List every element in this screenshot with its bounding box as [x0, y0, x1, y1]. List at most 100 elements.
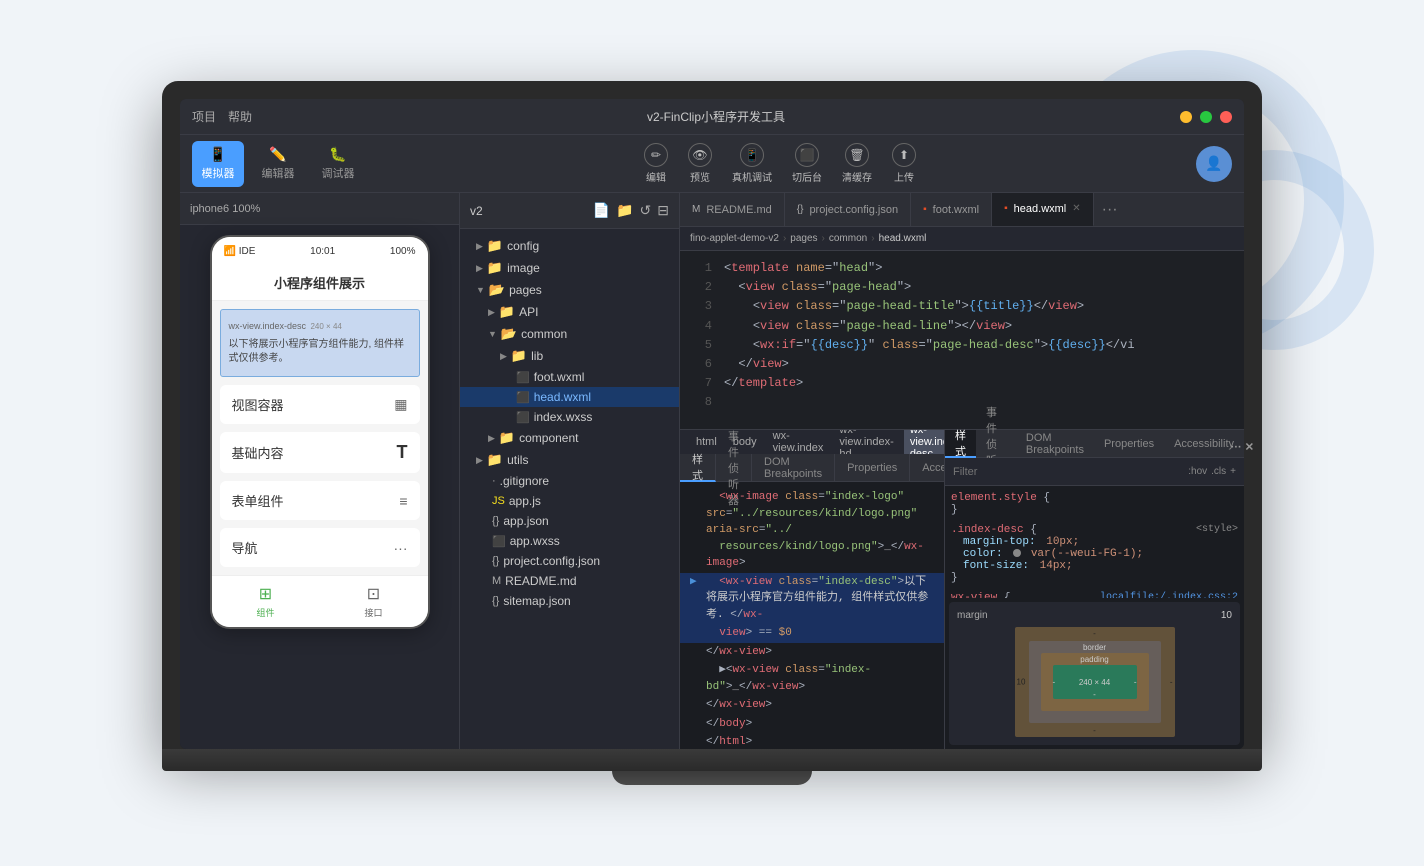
new-file-button[interactable]: 📄	[593, 202, 610, 219]
tab-readme[interactable]: M README.md	[680, 193, 785, 227]
phone-section-1[interactable]: 基础内容 T	[220, 432, 420, 473]
phone-title-bar: 小程序组件展示 ··· ✕	[212, 265, 428, 301]
phone-nav-components[interactable]: ⊞ 组件	[212, 576, 320, 627]
tab-foot-wxml[interactable]: ▪ foot.wxml	[911, 193, 992, 227]
code-text: </wx-view>	[706, 644, 772, 661]
tab-close-button[interactable]: ✕	[1072, 203, 1080, 214]
filter-add-btn[interactable]: +	[1230, 466, 1236, 477]
phone-time: 10:01	[310, 246, 335, 257]
tree-item-readme[interactable]: M README.md	[460, 571, 679, 591]
styles-tab-dom[interactable]: DOM Breakpoints	[1016, 430, 1094, 458]
window-close-button[interactable]	[1220, 111, 1232, 123]
bottom-tab-accessibility[interactable]: Accessibility	[910, 454, 944, 482]
toolbar-editor-button[interactable]: ✏️ 编辑器	[252, 141, 304, 187]
line-number: 8	[688, 393, 712, 412]
tree-item-project-config[interactable]: {} project.config.json	[460, 551, 679, 571]
code-line-4: 4 <view class="page-head-line"></view>	[680, 317, 1244, 336]
tab-more-button[interactable]: ···	[1094, 201, 1126, 219]
html-bc-html[interactable]: html	[690, 435, 723, 449]
title-bar-left: 项目 帮助	[192, 108, 252, 125]
filter-cls-btn[interactable]: .cls	[1211, 466, 1226, 477]
styles-tab-event[interactable]: 事件侦听器	[976, 430, 1016, 458]
tree-item-component[interactable]: ▶ 📁 component	[460, 427, 679, 449]
phone-section-2[interactable]: 表单组件 ≡	[220, 481, 420, 520]
toolbar-simulator-button[interactable]: 📱 模拟器	[192, 141, 244, 187]
tree-item-image[interactable]: ▶ 📁 image	[460, 257, 679, 279]
section-2-icon: ≡	[399, 493, 407, 509]
tree-item-gitignore[interactable]: · .gitignore	[460, 471, 679, 491]
tree-item-app-json[interactable]: {} app.json	[460, 511, 679, 531]
line-indicator	[690, 716, 706, 733]
code-editor[interactable]: 1 <template name="head"> 2 <view	[680, 251, 1244, 429]
filter-hover-btn[interactable]: :hov	[1188, 466, 1207, 477]
window-maximize-button[interactable]	[1200, 111, 1212, 123]
code-content: <wx:if="{{desc}}" class="page-head-desc"…	[724, 336, 1135, 355]
selector-text: element.style	[951, 492, 1043, 504]
accessibility-label: Accessibility	[922, 462, 944, 474]
menu-item-project[interactable]: 项目	[192, 108, 216, 125]
bottom-tab-dom-breakpoints[interactable]: DOM Breakpoints	[752, 454, 835, 482]
tree-item-index-wxss[interactable]: ⬛ index.wxss	[460, 407, 679, 427]
prop-name: font-size:	[963, 560, 1029, 572]
toolbar-action-clear-cache[interactable]: 🗑 清缓存	[842, 143, 872, 184]
phone-section-0[interactable]: 视图容器 ▦	[220, 385, 420, 424]
refresh-button[interactable]: ↺	[640, 202, 652, 219]
code-text: </body>	[706, 716, 752, 733]
phone-nav-api[interactable]: ⊡ 接口	[320, 576, 428, 627]
phone-section-3[interactable]: 导航 ···	[220, 528, 420, 567]
tree-item-foot-wxml[interactable]: ⬛ foot.wxml	[460, 367, 679, 387]
toolbar-debugger-button[interactable]: 🐛 调试器	[312, 141, 364, 187]
padding-bottom-value: -	[1093, 690, 1096, 699]
styles-tab-properties[interactable]: Properties	[1094, 430, 1164, 458]
style-prop-margin-top: margin-top: 10px;	[951, 536, 1238, 548]
app-window: 项目 帮助 v2-FinClip小程序开发工具 📱	[180, 99, 1244, 749]
panel-header: iphone6 100%	[180, 193, 459, 225]
tree-item-config[interactable]: ▶ 📁 config	[460, 235, 679, 257]
line-number: 3	[688, 297, 712, 316]
bottom-code-view[interactable]: <wx-image class="index-logo" src="../res…	[680, 482, 944, 749]
toolbar-action-preview[interactable]: 👁 预览	[688, 143, 712, 184]
new-folder-button[interactable]: 📁	[616, 202, 633, 219]
menu-item-help[interactable]: 帮助	[228, 108, 252, 125]
json-icon: {}	[492, 515, 499, 527]
tree-item-common[interactable]: ▼ 📂 common	[460, 323, 679, 345]
bottom-tab-properties[interactable]: Properties	[835, 454, 910, 482]
toolbar-action-upload[interactable]: ⬆ 上传	[892, 143, 916, 184]
style-source: localfile:/.index.css:2	[1100, 592, 1238, 598]
wxml-icon: ⬛	[516, 371, 530, 384]
tree-item-app-wxss[interactable]: ⬛ app.wxss	[460, 531, 679, 551]
tree-item-label: config	[507, 239, 539, 253]
tree-item-utils[interactable]: ▶ 📁 utils	[460, 449, 679, 471]
styles-filter-input[interactable]	[953, 466, 1180, 478]
margin-left-value: 10	[1017, 678, 1026, 687]
tree-item-head-wxml[interactable]: ⬛ head.wxml	[460, 387, 679, 407]
bottom-tab-styles[interactable]: 样式	[680, 454, 716, 482]
folder-icon: 📁	[499, 304, 515, 320]
nav-components-label: 组件	[256, 606, 274, 619]
toolbar-action-device-debug[interactable]: 📱 真机调试	[732, 143, 772, 184]
tree-item-pages[interactable]: ▼ 📂 pages	[460, 279, 679, 301]
chevron-icon: ▶	[488, 307, 495, 318]
window-minimize-button[interactable]	[1180, 111, 1192, 123]
padding-label: padding	[1080, 655, 1108, 664]
styles-tab-styles[interactable]: 样式	[945, 430, 976, 458]
bottom-code-line-1: <wx-image class="index-logo" src="../res…	[680, 488, 944, 573]
tree-item-app-js[interactable]: JS app.js	[460, 491, 679, 511]
bc-pages: pages	[790, 233, 817, 244]
tab-head-wxml[interactable]: ▪ head.wxml ✕	[992, 193, 1094, 227]
prop-value: var(--weui-FG-1);	[1013, 548, 1143, 560]
html-bc-wx-index[interactable]: wx-view.index	[767, 430, 830, 455]
source-link[interactable]: localfile:/.index.css:2	[1100, 592, 1238, 598]
user-avatar[interactable]: 👤	[1196, 146, 1232, 182]
code-line-5: 5 <wx:if="{{desc}}" class="page-head-des…	[680, 336, 1244, 355]
tab-project-config[interactable]: {} project.config.json	[785, 193, 911, 227]
prop-name: margin-top:	[963, 536, 1036, 548]
folder-icon: 📁	[487, 452, 503, 468]
collapse-button[interactable]: ⊟	[657, 202, 669, 219]
toolbar-action-edit[interactable]: ✏ 编辑	[644, 143, 668, 184]
tree-item-lib[interactable]: ▶ 📁 lib	[460, 345, 679, 367]
tree-item-api[interactable]: ▶ 📁 API	[460, 301, 679, 323]
tree-item-sitemap[interactable]: {} sitemap.json	[460, 591, 679, 611]
bottom-tab-event-listeners[interactable]: 事件侦听器	[716, 454, 752, 482]
toolbar-action-background[interactable]: ⬛ 切后台	[792, 143, 822, 184]
